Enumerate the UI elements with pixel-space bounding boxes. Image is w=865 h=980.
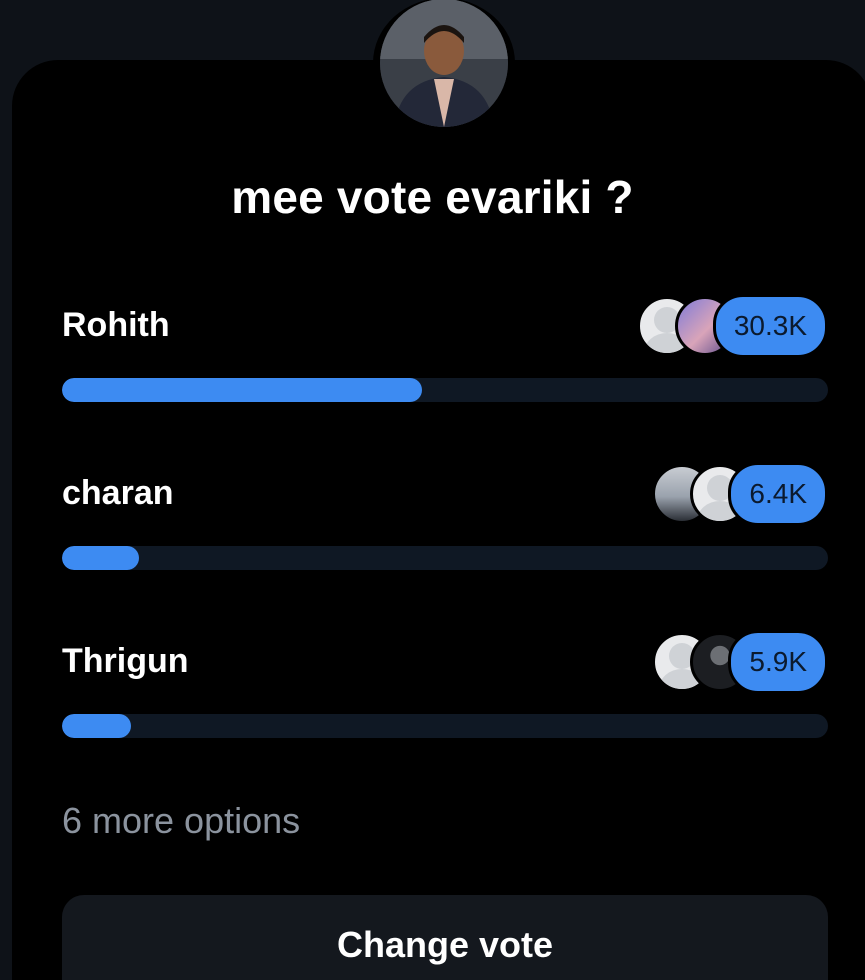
host-avatar[interactable] [380, 0, 508, 127]
voter-avatars: 30.3K [636, 294, 828, 358]
voter-avatars: 5.9K [652, 630, 828, 694]
vote-count: 5.9K [728, 630, 828, 694]
option-label: Thrigun [62, 642, 189, 680]
change-vote-button[interactable]: Change vote [62, 895, 828, 980]
progress-fill [62, 546, 139, 570]
progress-fill [62, 378, 423, 402]
progress-track [62, 378, 828, 402]
progress-fill [62, 714, 131, 738]
host-avatar-ring [373, 0, 515, 128]
voter-avatars: 6.4K [652, 462, 828, 526]
option-label: charan [62, 474, 174, 512]
progress-track [62, 714, 828, 738]
progress-track [62, 546, 828, 570]
vote-count: 6.4K [728, 462, 828, 526]
avatar-icon [380, 0, 508, 127]
poll-title: mee vote evariki ? [231, 171, 634, 223]
poll-page: mee vote evariki ? Rohith 30.3K charan 6… [0, 0, 865, 980]
vote-count: 30.3K [712, 294, 828, 358]
more-options-link[interactable]: 6 more options [62, 800, 300, 842]
option-label: Rohith [62, 306, 170, 344]
